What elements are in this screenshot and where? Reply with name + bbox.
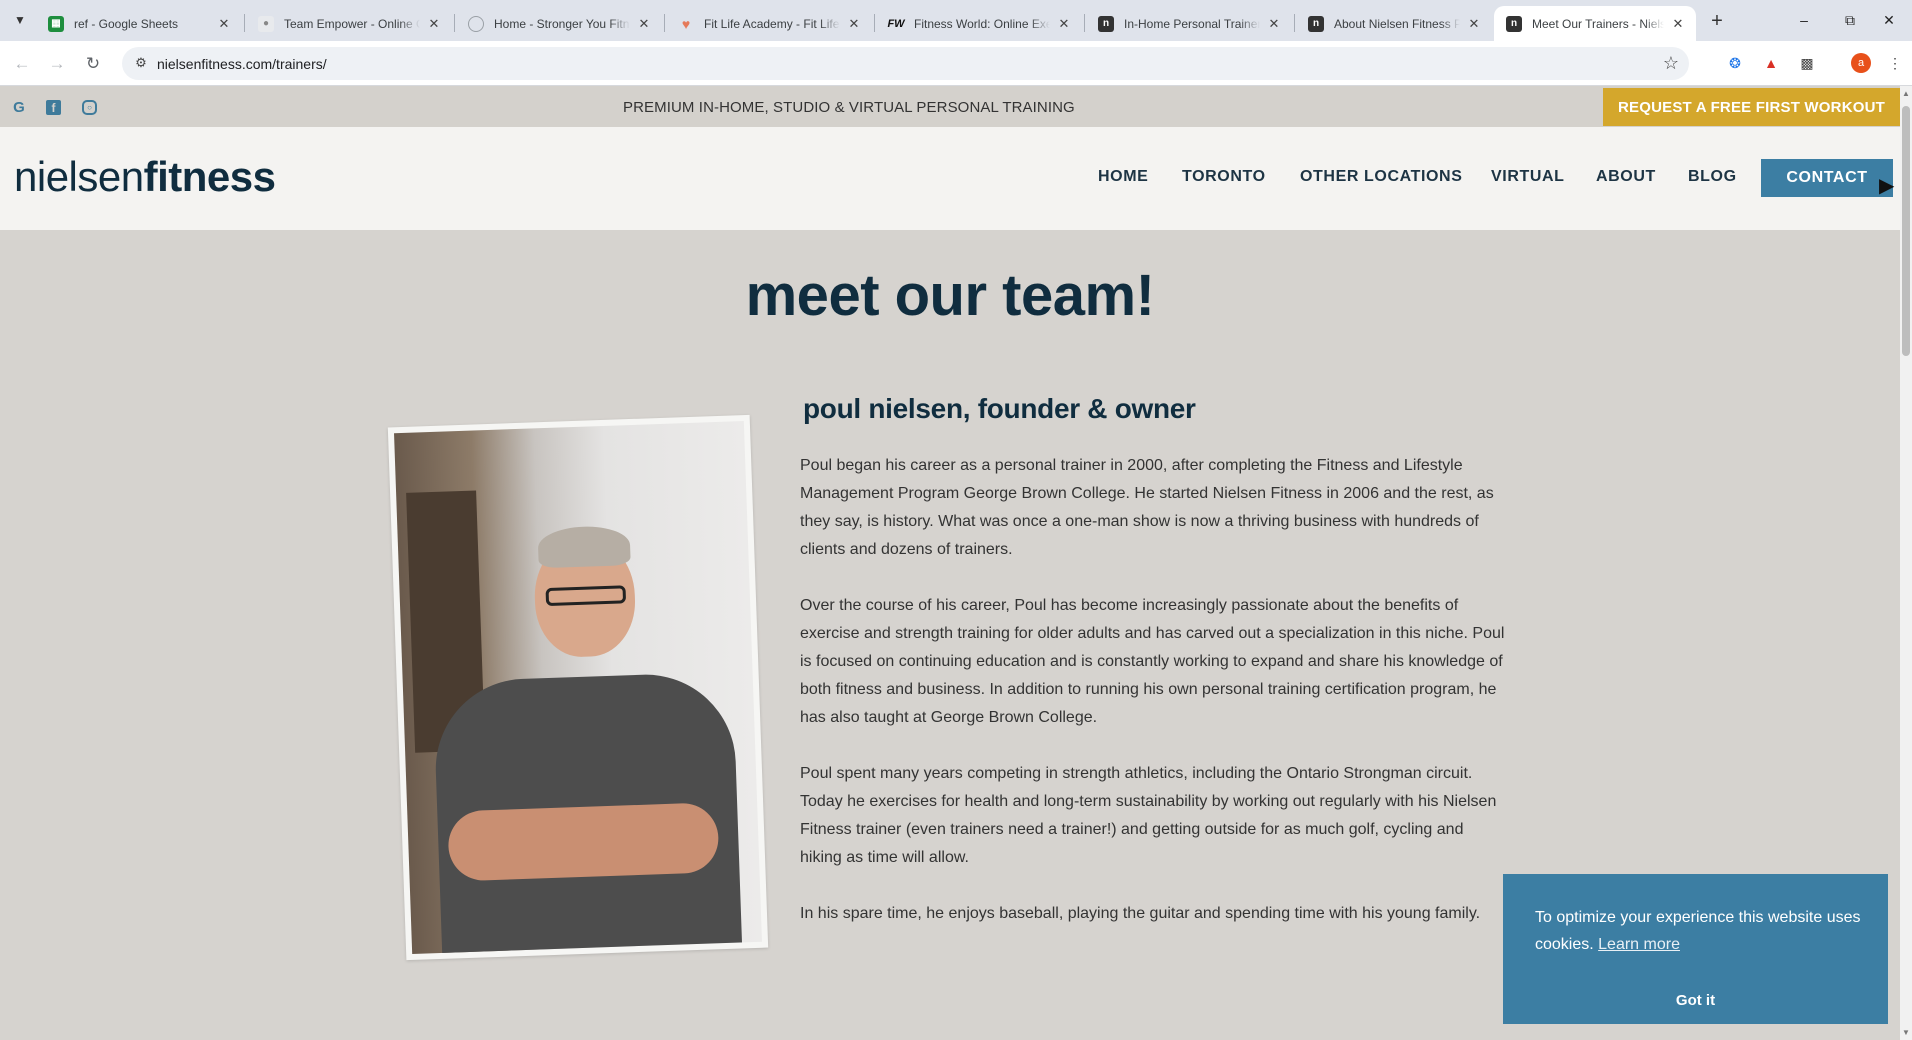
request-free-workout-button[interactable]: REQUEST A FREE FIRST WORKOUT (1603, 88, 1900, 126)
tab-fitness-world[interactable]: FW Fitness World: Online Exercise ✕ (876, 6, 1082, 41)
menu-kebab-icon[interactable]: ⋮ (1885, 53, 1905, 73)
learn-more-link[interactable]: Learn more (1598, 936, 1680, 953)
tab-title: Home - Stronger You Fitness (494, 16, 630, 31)
trainer-photo (387, 414, 769, 961)
window-close-icon[interactable]: ✕ (1866, 0, 1912, 40)
fitlife-icon: ♥ (681, 15, 691, 32)
tab-title: In-Home Personal Trainers (1124, 16, 1260, 31)
nav-blog[interactable]: BLOG (1688, 168, 1737, 186)
sheets-icon: ▦ (48, 15, 64, 32)
close-icon[interactable]: ✕ (846, 16, 862, 32)
facebook-icon[interactable]: f (46, 100, 61, 115)
tab-separator (664, 14, 665, 32)
close-icon[interactable]: ✕ (1056, 16, 1072, 32)
tab-about-nielsen[interactable]: n About Nielsen Fitness Personal ✕ (1296, 6, 1492, 41)
nielsen-icon: n (1098, 15, 1114, 32)
tab-title: Meet Our Trainers - Nielsen Fitness (1532, 16, 1664, 31)
tab-team-empower[interactable]: ● Team Empower - Online Coaching ✕ (246, 6, 452, 41)
cookie-banner: To optimize your experience this website… (1503, 874, 1888, 1024)
instagram-icon[interactable]: ○ (82, 100, 97, 115)
nav-toronto[interactable]: TORONTO (1182, 168, 1266, 186)
logo-text-bold: fitness (143, 153, 276, 200)
page-scrollbar[interactable]: ▲ ▼ (1900, 86, 1912, 1040)
nav-contact-button[interactable]: CONTACT (1761, 159, 1893, 197)
forward-arrow-icon[interactable]: → (43, 50, 71, 78)
tab-separator (874, 14, 875, 32)
nav-other-locations[interactable]: OTHER LOCATIONS (1300, 168, 1462, 186)
nav-virtual[interactable]: VIRTUAL (1491, 168, 1565, 186)
tab-title: ref - Google Sheets (74, 16, 179, 31)
url-text[interactable]: nielsenfitness.com/trainers/ (157, 56, 327, 72)
extension-shield-icon[interactable]: ❂ (1725, 53, 1745, 73)
bio-paragraph: Poul began his career as a personal trai… (800, 457, 1494, 558)
bio-paragraph: Poul spent many years competing in stren… (800, 765, 1497, 866)
extensions-puzzle-icon[interactable]: ▩ (1797, 53, 1817, 73)
tab-meet-our-trainers[interactable]: n Meet Our Trainers - Nielsen Fitness ✕ (1494, 6, 1696, 41)
browser-toolbar: ← → ↻ ⚙ nielsenfitness.com/trainers/ ☆ ❂… (0, 41, 1912, 86)
nielsen-icon: n (1506, 15, 1522, 32)
browser-tab-bar: ▼ ▦ ref - Google Sheets ✕ ● Team Empower… (0, 0, 1912, 41)
globe-icon (468, 15, 484, 32)
new-tab-plus-icon[interactable]: + (1705, 9, 1729, 33)
nielsen-icon: n (1308, 15, 1324, 32)
tab-title: Fitness World: Online Exercise (914, 16, 1050, 31)
tagline: PREMIUM IN-HOME, STUDIO & VIRTUAL PERSON… (623, 99, 1075, 116)
tab-title: Team Empower - Online Coaching (284, 16, 420, 31)
cookie-message: To optimize your experience this website… (1535, 904, 1865, 958)
tab-search-chevron-icon[interactable]: ▼ (8, 8, 32, 32)
address-bar[interactable]: ⚙ nielsenfitness.com/trainers/ ☆ (122, 47, 1689, 80)
close-icon[interactable]: ✕ (1466, 16, 1482, 32)
close-icon[interactable]: ✕ (636, 16, 652, 32)
reload-icon[interactable]: ↻ (79, 50, 107, 78)
nav-about[interactable]: ABOUT (1596, 168, 1656, 186)
back-arrow-icon[interactable]: ← (8, 50, 36, 78)
scroll-up-icon[interactable]: ▲ (1902, 89, 1910, 98)
site-info-icon[interactable]: ⚙ (133, 55, 149, 71)
tab-title: Fit Life Academy - Fit Life (704, 16, 840, 31)
cookie-text: To optimize your experience this website… (1535, 909, 1861, 953)
minimize-icon[interactable]: – (1781, 0, 1827, 40)
tab-google-sheets[interactable]: ▦ ref - Google Sheets ✕ (36, 6, 242, 41)
trainer-name-heading: poul nielsen, founder & owner (803, 393, 1196, 424)
tab-separator (454, 14, 455, 32)
adblock-icon[interactable]: ▲ (1761, 53, 1781, 73)
cookie-accept-button[interactable]: Got it (1503, 992, 1888, 1009)
page-title: meet our team! (745, 263, 1155, 328)
close-icon[interactable]: ✕ (216, 16, 232, 32)
bio-paragraph: In his spare time, he enjoys baseball, p… (800, 905, 1481, 922)
close-icon[interactable]: ✕ (1670, 16, 1686, 32)
google-icon[interactable]: G (10, 98, 28, 116)
tab-title: About Nielsen Fitness Personal (1334, 16, 1460, 31)
tab-separator (1294, 14, 1295, 32)
trainer-portrait-image (394, 421, 762, 954)
tab-separator (1084, 14, 1085, 32)
logo-text-light: nielsen (14, 153, 144, 200)
photo-figure-glasses (545, 585, 627, 607)
tab-in-home-trainers[interactable]: n In-Home Personal Trainers ✕ (1086, 6, 1292, 41)
team-empower-icon: ● (258, 15, 274, 32)
mouse-pointer-icon: ▶ (1879, 175, 1895, 197)
scroll-down-icon[interactable]: ▼ (1902, 1028, 1910, 1037)
nav-home[interactable]: HOME (1098, 168, 1148, 186)
close-icon[interactable]: ✕ (426, 16, 442, 32)
photo-figure-crossed-arms (447, 802, 720, 882)
scrollbar-thumb[interactable] (1902, 106, 1910, 356)
site-header: nielsenfitness HOME TORONTO OTHER LOCATI… (0, 127, 1900, 230)
tab-fit-life-academy[interactable]: ♥ Fit Life Academy - Fit Life ✕ (666, 6, 872, 41)
top-info-strip: G f ○ PREMIUM IN-HOME, STUDIO & VIRTUAL … (0, 86, 1900, 127)
bookmark-star-icon[interactable]: ☆ (1663, 53, 1679, 74)
photo-figure-hair (537, 525, 631, 569)
profile-avatar[interactable]: a (1851, 53, 1871, 73)
tab-separator (244, 14, 245, 32)
nielsen-fitness-logo[interactable]: nielsenfitness (14, 153, 276, 201)
fw-icon: FW (887, 17, 905, 30)
tab-stronger-you[interactable]: Home - Stronger You Fitness ✕ (456, 6, 662, 41)
close-icon[interactable]: ✕ (1266, 16, 1282, 32)
bio-paragraph: Over the course of his career, Poul has … (800, 597, 1505, 726)
